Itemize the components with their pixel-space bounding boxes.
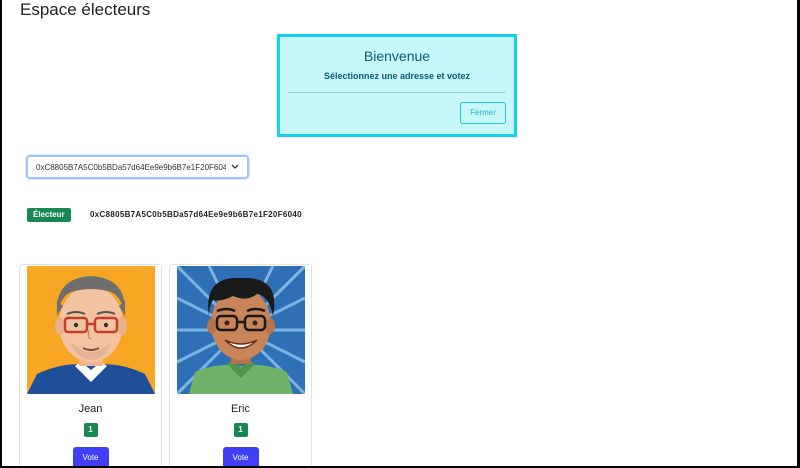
avatar-jean-image	[27, 266, 155, 394]
toast-message: Sélectionnez une adresse et votez	[323, 71, 471, 81]
vote-button[interactable]: Vote	[72, 447, 109, 466]
vote-button[interactable]: Vote	[222, 447, 259, 466]
toast-divider	[288, 92, 506, 93]
address-select[interactable]: 0xC8805B7A5C0b5BDa57d64Ee9e9b6B7e1F20F60…	[26, 155, 249, 179]
avatar	[177, 266, 305, 394]
page: Espace électeurs Bienvenue Sélectionnez …	[2, 0, 797, 466]
vote-count-badge: 1	[233, 423, 248, 437]
role-badge: Électeur	[27, 208, 71, 222]
page-title: Espace électeurs	[20, 0, 151, 19]
avatar	[27, 266, 155, 394]
voter-address: 0xC8805B7A5C0b5BDa57d64Ee9e9b6B7e1F20F60…	[90, 210, 302, 219]
candidate-name: Eric	[231, 403, 250, 415]
close-button[interactable]: Fermer	[460, 102, 506, 124]
welcome-toast: Bienvenue Sélectionnez une adresse et vo…	[277, 34, 517, 137]
toast-title: Bienvenue	[363, 48, 431, 64]
chevron-down-icon	[231, 164, 239, 169]
avatar-eric-image	[177, 266, 305, 394]
candidate-card: Eric 1 Vote	[169, 264, 312, 466]
candidate-card: Jean 1 Vote	[19, 264, 162, 466]
address-select-value: 0xC8805B7A5C0b5BDa57d64Ee9e9b6B7e1F20F60…	[36, 163, 226, 172]
vote-count-badge: 1	[83, 423, 98, 437]
candidate-name: Jean	[78, 403, 103, 415]
